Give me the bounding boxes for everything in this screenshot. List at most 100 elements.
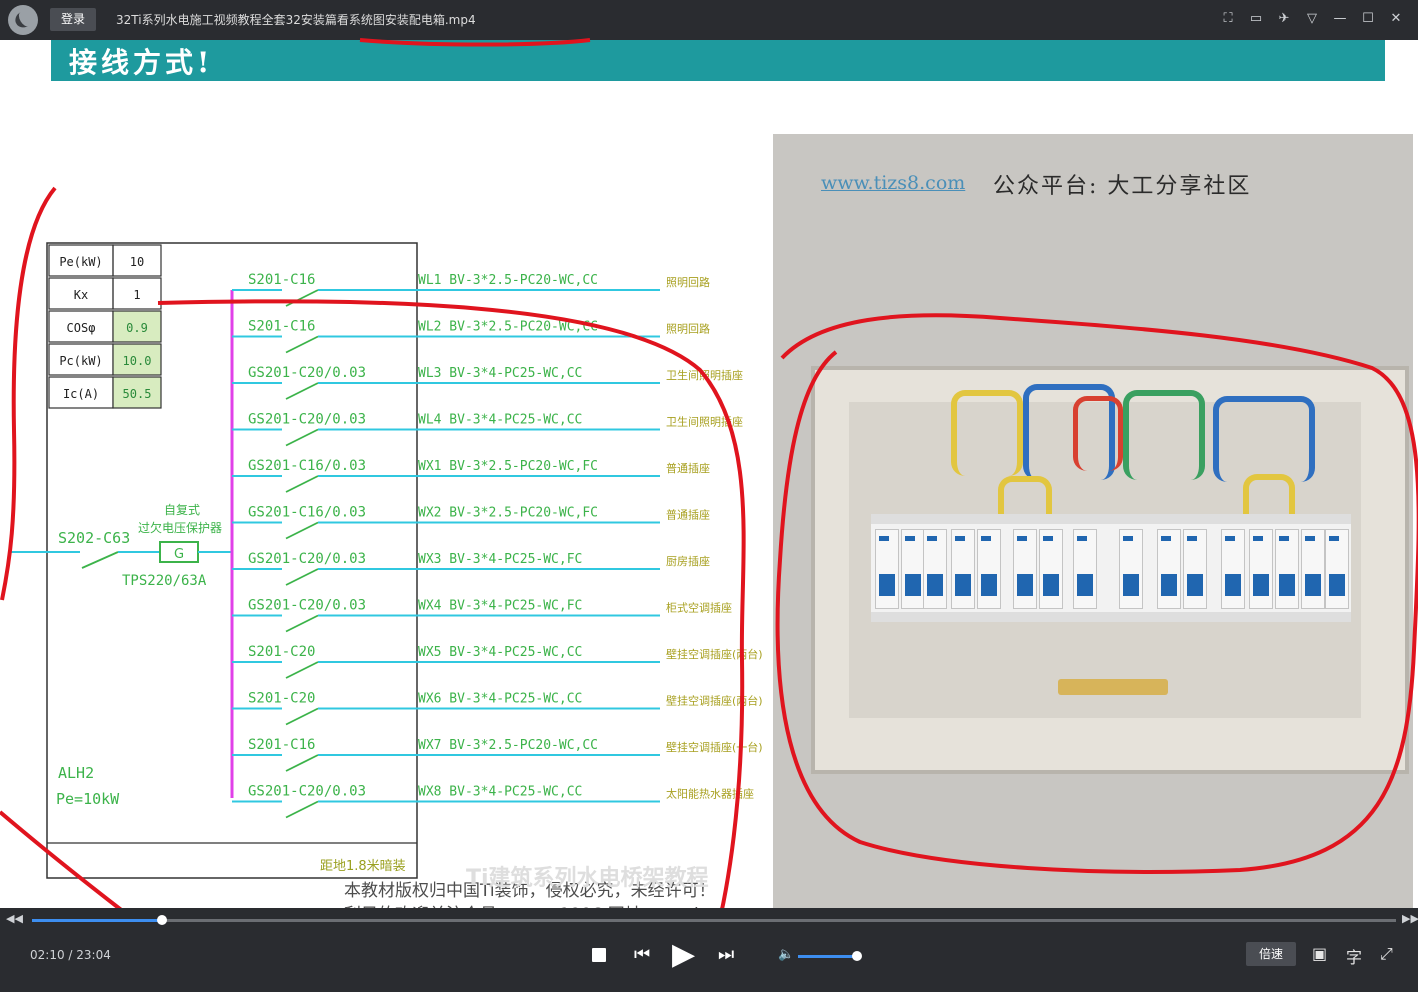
- seek-bar-fill: [32, 919, 162, 922]
- circuit-row: S201-C16 WX7 BV-3*2.5-PC20-WC,CC 壁挂空调插座(一台…: [232, 737, 763, 772]
- folder-icon[interactable]: ▭: [1246, 8, 1266, 30]
- circuit-row: GS201-C16/0.03 WX1 BV-3*2.5-PC20-WC,FC 普通插…: [232, 458, 710, 493]
- close-icon[interactable]: ✕: [1386, 8, 1406, 30]
- breaker-module: [1183, 529, 1207, 609]
- volume-handle[interactable]: [851, 951, 862, 961]
- line-spec: WL1 BV-3*2.5-PC20-WC,CC: [418, 273, 598, 288]
- param-label: Kx: [74, 288, 88, 302]
- photo-platform-text: 公众平台: 大工分享社区: [993, 174, 1252, 199]
- protector-label-1: 自复式: [164, 503, 200, 517]
- video-frame[interactable]: 接线方式! Pe(kW) 10 Kx 1 COSφ 0.9 Pc(kW) 10.0 Ic(A) 5…: [0, 40, 1418, 908]
- breaker-module: [977, 529, 1001, 609]
- circuit-row: S201-C16 WL1 BV-3*2.5-PC20-WC,CC 照明回路: [232, 272, 710, 307]
- breaker-switch: [285, 521, 319, 540]
- previous-icon[interactable]: ⏮: [634, 944, 650, 965]
- breaker-switch: [285, 661, 319, 679]
- breaker-switch: [285, 382, 319, 400]
- breaker-switch: [285, 335, 319, 354]
- playback-speed-button[interactable]: 倍速: [1246, 942, 1296, 966]
- picture-in-picture-icon[interactable]: ▣: [1312, 944, 1327, 963]
- title-bar: 登录 32Ti系列水电施工视频教程全套32安装篇看系统图安装配电箱.mp4 ⛶ …: [0, 0, 1418, 40]
- line-spec: WL4 BV-3*4-PC25-WC,CC: [418, 413, 582, 428]
- breaker-switch: [285, 754, 319, 772]
- photo-url-watermark: www.tizs8.com: [821, 172, 966, 194]
- time-current: 02:10: [30, 948, 65, 962]
- watermark-line-2: 利目的欢迎关注众号：mgzs1906 网址www.tizs8.com: [344, 900, 769, 908]
- seek-handle[interactable]: [156, 915, 167, 925]
- circuit-row: GS201-C20/0.03 WL4 BV-3*4-PC25-WC,CC 卫生间照明…: [232, 412, 743, 447]
- load-label: 普通插座: [666, 508, 710, 522]
- login-button[interactable]: 登录: [50, 8, 96, 31]
- box-power: Pe=10kW: [56, 790, 120, 808]
- load-label: 照明回路: [666, 276, 710, 289]
- line-spec: WX2 BV-3*2.5-PC20-WC,FC: [418, 506, 598, 521]
- rewind-icon[interactable]: ◀◀: [6, 912, 23, 925]
- watermark-brand: Ti建筑系列水电桥架教程: [466, 866, 709, 891]
- param-label: Pc(kW): [59, 354, 102, 368]
- breaker-switch: [285, 289, 319, 307]
- load-label: 壁挂空调插座(一台): [666, 740, 763, 754]
- circuit-row: GS201-C20/0.03 WX3 BV-3*4-PC25-WC,FC 厨房插座: [232, 551, 710, 586]
- minimize-icon[interactable]: —: [1330, 8, 1350, 30]
- load-label: 壁挂空调插座(两台): [666, 647, 763, 661]
- breaker-label: GS201-C20/0.03: [248, 551, 366, 567]
- param-value: 10: [130, 255, 144, 269]
- breaker-label: GS201-C16/0.03: [248, 505, 366, 521]
- circuit-row: GS201-C16/0.03 WX2 BV-3*2.5-PC20-WC,FC 普通插…: [232, 505, 710, 540]
- fullscreen-icon[interactable]: ⤢: [1380, 944, 1393, 964]
- load-label: 照明回路: [666, 323, 710, 336]
- circuit-row: S201-C20 WX5 BV-3*4-PC25-WC,CC 壁挂空调插座(两台): [232, 644, 763, 679]
- line-spec: WX4 BV-3*4-PC25-WC,FC: [418, 599, 582, 614]
- circuit-row: GS201-C20/0.03 WX8 BV-3*4-PC25-WC,CC 太阳能热水…: [232, 784, 754, 819]
- param-value: 0.9: [126, 321, 148, 335]
- wire-red: [1073, 396, 1123, 471]
- player-controls: ◀◀ ▶▶ 02:10 / 23:04 ⏮ ▶ ⏭ 🔈 倍速 ▣ 字 ⤢: [0, 908, 1418, 992]
- breaker-module: [923, 529, 947, 609]
- breaker-switch: [285, 614, 319, 633]
- seek-bar[interactable]: [32, 915, 1396, 925]
- line-spec: WL3 BV-3*4-PC25-WC,CC: [418, 366, 582, 381]
- line-spec: WX7 BV-3*2.5-PC20-WC,CC: [418, 738, 598, 753]
- next-icon[interactable]: ⏭: [718, 944, 734, 965]
- load-label: 卫生间照明插座: [666, 415, 743, 429]
- line-spec: WX5 BV-3*4-PC25-WC,CC: [418, 645, 582, 660]
- maximize-icon[interactable]: ☐: [1358, 8, 1378, 30]
- breaker-module: [1013, 529, 1037, 609]
- stop-icon[interactable]: [592, 948, 606, 962]
- volume-icon[interactable]: 🔈: [778, 947, 794, 962]
- breaker-label: GS201-C20/0.03: [248, 412, 366, 428]
- forward-icon[interactable]: ▶▶: [1402, 912, 1418, 925]
- pin-icon[interactable]: ✈: [1274, 8, 1294, 30]
- breaker-module: [1249, 529, 1273, 609]
- wire-blue-2: [1213, 396, 1315, 482]
- protector-model: TPS220/63A: [122, 573, 207, 589]
- breaker-switch: [285, 428, 319, 447]
- menu-dropdown-icon[interactable]: ▽: [1302, 8, 1322, 30]
- subtitle-button[interactable]: 字: [1346, 944, 1362, 968]
- breaker-module: [1301, 529, 1325, 609]
- protector-label-2: 过欠电压保护器: [138, 520, 222, 535]
- load-label: 卫生间照明插座: [666, 368, 743, 382]
- param-value: 10.0: [123, 354, 152, 368]
- play-icon[interactable]: ▶: [672, 938, 695, 972]
- main-breaker-switch: [81, 551, 119, 569]
- breaker-label: GS201-C20/0.03: [248, 784, 366, 800]
- install-note: 距地1.8米暗装: [320, 859, 406, 874]
- line-spec: WX3 BV-3*4-PC25-WC,FC: [418, 552, 582, 567]
- load-label: 柜式空调插座: [666, 601, 732, 615]
- circuit-list: S201-C16 WL1 BV-3*2.5-PC20-WC,CC 照明回路S201-…: [232, 272, 763, 819]
- breaker-module: [875, 529, 899, 609]
- load-label: 厨房插座: [666, 554, 710, 568]
- param-value: 1: [133, 288, 140, 302]
- circuit-row: GS201-C20/0.03 WL3 BV-3*4-PC25-WC,CC 卫生间照明…: [232, 365, 743, 400]
- volume-fill: [798, 955, 857, 958]
- time-total: 23:04: [76, 948, 111, 962]
- volume-slider[interactable]: [798, 951, 862, 961]
- breaker-label: S201-C20: [248, 644, 315, 660]
- breaker-module: [1119, 529, 1143, 609]
- breaker-module: [1157, 529, 1181, 609]
- breaker-switch: [285, 707, 319, 726]
- breaker-switch: [285, 475, 319, 493]
- screenshot-icon[interactable]: ⛶: [1218, 8, 1238, 30]
- wire-green: [1123, 390, 1205, 480]
